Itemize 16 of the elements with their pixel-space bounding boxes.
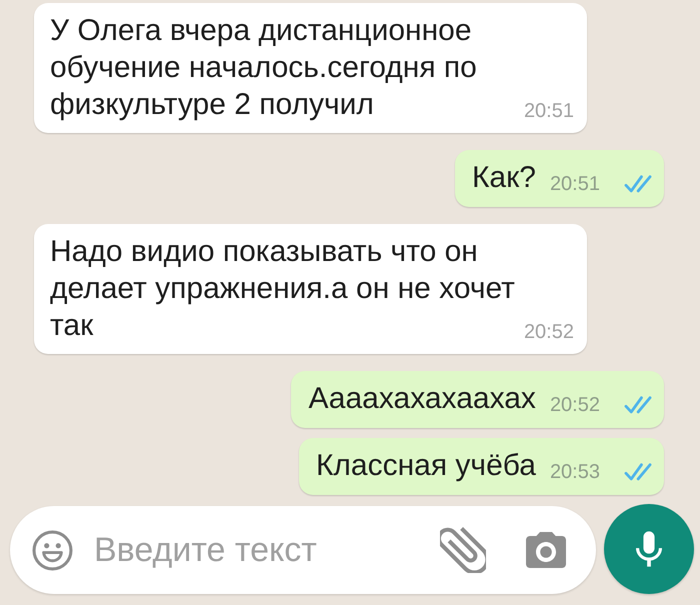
message-composer[interactable]: Введите текст bbox=[10, 506, 596, 594]
message-text: Классная учёба bbox=[316, 448, 536, 484]
message-text: Как? bbox=[472, 160, 536, 196]
paperclip-icon[interactable] bbox=[440, 527, 486, 573]
message-text: У Олега вчера дистанционное обучение началось.сегодня по физкультуре 2 получил bbox=[50, 13, 478, 123]
camera-icon[interactable] bbox=[526, 532, 566, 568]
message-text: Надо видио показывать что он делает упражнения.а он не хочет так bbox=[50, 234, 516, 344]
message-time: 20:51 bbox=[550, 172, 600, 196]
emoji-icon[interactable] bbox=[32, 530, 73, 570]
message-time: 20:51 bbox=[524, 99, 574, 123]
message-time: 20:52 bbox=[550, 393, 600, 417]
microphone-icon bbox=[636, 531, 662, 567]
message-time: 20:52 bbox=[524, 320, 574, 344]
message-time: 20:53 bbox=[550, 460, 600, 484]
message-input-field[interactable]: Введите текст bbox=[94, 526, 440, 574]
message-text: Аааахахахаахах bbox=[308, 381, 536, 417]
